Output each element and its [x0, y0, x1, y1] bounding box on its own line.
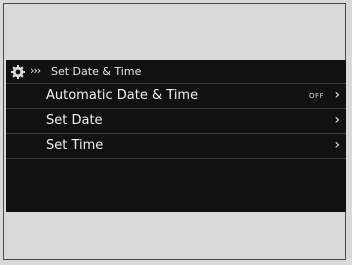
chevron-right-icon: ›: [334, 137, 340, 153]
page-title: Set Date & Time: [51, 65, 142, 78]
chevron-right-icon: ›: [334, 87, 340, 103]
chevron-right-icon: ›: [334, 112, 340, 128]
gear-icon: [11, 65, 25, 79]
menu-item-label: Set Date: [46, 113, 103, 128]
menu-item-set-date[interactable]: Set Date ›: [6, 109, 346, 134]
screen-header: ››› Set Date & Time: [6, 60, 346, 84]
triple-chevron-icon: ›››: [30, 64, 41, 77]
menu-item-label: Set Time: [46, 138, 104, 153]
menu-item-automatic-date-time[interactable]: Automatic Date & Time OFF ›: [6, 84, 346, 109]
menu-item-set-time[interactable]: Set Time ›: [6, 134, 346, 159]
settings-screen: ››› Set Date & Time Automatic Date & Tim…: [6, 60, 346, 212]
menu-item-label: Automatic Date & Time: [46, 88, 199, 103]
status-value: OFF: [308, 92, 324, 100]
